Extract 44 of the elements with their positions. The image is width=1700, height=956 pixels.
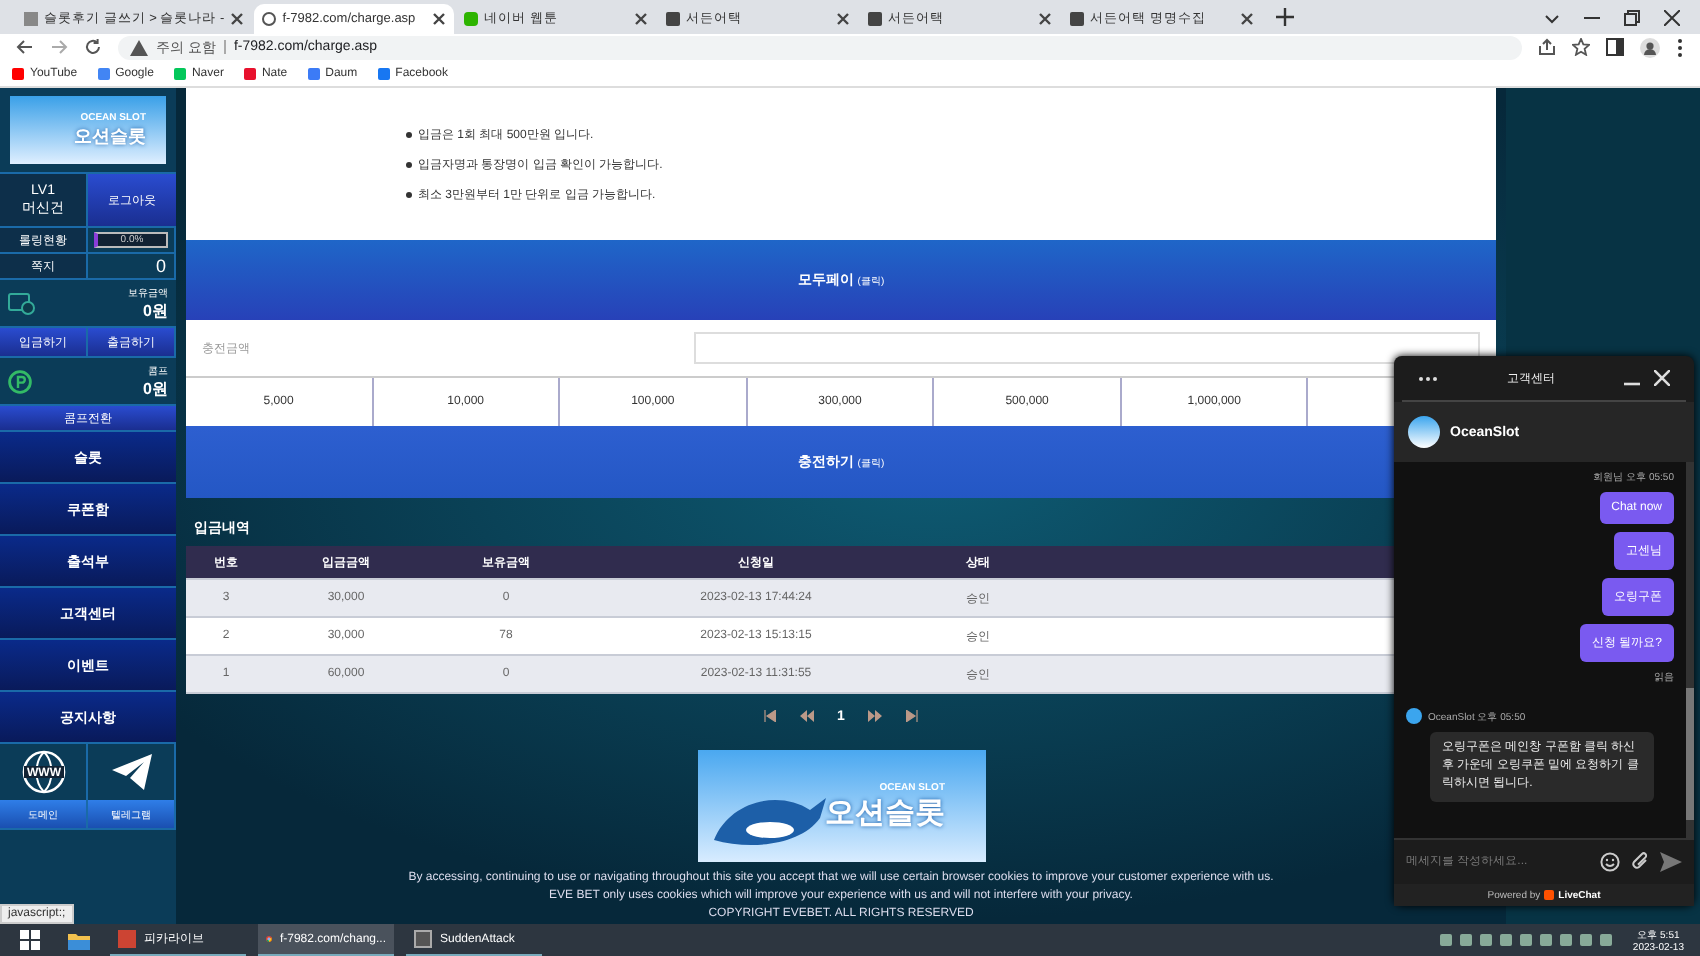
restore-icon[interactable] — [1624, 9, 1640, 26]
close-icon[interactable] — [1038, 11, 1053, 26]
wallet-icon — [8, 291, 36, 315]
bullet-icon — [406, 161, 412, 167]
start-icon[interactable] — [20, 930, 40, 950]
comp-value: 0원 — [143, 377, 168, 399]
balance-value: 0원 — [143, 299, 168, 321]
avatar-icon — [1406, 708, 1422, 724]
bullet-icon — [406, 191, 412, 197]
next-page-icon[interactable] — [868, 710, 883, 722]
close-icon[interactable] — [1240, 11, 1255, 26]
profile-icon[interactable] — [1640, 37, 1660, 58]
menu-icon[interactable] — [1676, 37, 1684, 58]
new-tab-icon[interactable] — [1276, 7, 1295, 26]
scrollbar[interactable] — [1686, 462, 1694, 838]
folder-icon[interactable] — [68, 931, 90, 949]
close-icon[interactable] — [1664, 9, 1680, 26]
previous-page-icon[interactable] — [799, 710, 814, 722]
attachment-icon[interactable] — [1630, 852, 1650, 872]
chevron-icon[interactable] — [1544, 9, 1560, 26]
reload-icon[interactable] — [84, 38, 102, 57]
comp-coin-icon — [8, 369, 32, 393]
messages-count: 0 — [88, 254, 176, 278]
globe-icon — [262, 11, 277, 26]
emoji-icon[interactable] — [1600, 852, 1620, 872]
paper-plane-icon[interactable] — [111, 754, 151, 790]
share-icon[interactable] — [1538, 38, 1556, 57]
more-icon[interactable] — [1418, 375, 1438, 381]
star-icon[interactable] — [1572, 38, 1590, 57]
bullet-icon — [406, 131, 412, 137]
app-icon — [118, 930, 136, 948]
last-page-icon[interactable] — [906, 710, 919, 722]
page-icon — [24, 11, 38, 26]
warning-icon — [130, 39, 148, 56]
first-page-icon[interactable] — [763, 710, 776, 722]
back-icon[interactable] — [16, 38, 34, 57]
amount-input-field[interactable] — [694, 332, 1480, 364]
sidebar-icon[interactable] — [1606, 38, 1624, 57]
close-icon[interactable] — [432, 11, 447, 26]
close-icon[interactable] — [836, 11, 851, 26]
close-icon[interactable] — [230, 11, 245, 26]
close-icon[interactable] — [634, 11, 649, 26]
send-icon[interactable] — [1660, 852, 1682, 872]
avatar-icon — [1408, 416, 1440, 448]
